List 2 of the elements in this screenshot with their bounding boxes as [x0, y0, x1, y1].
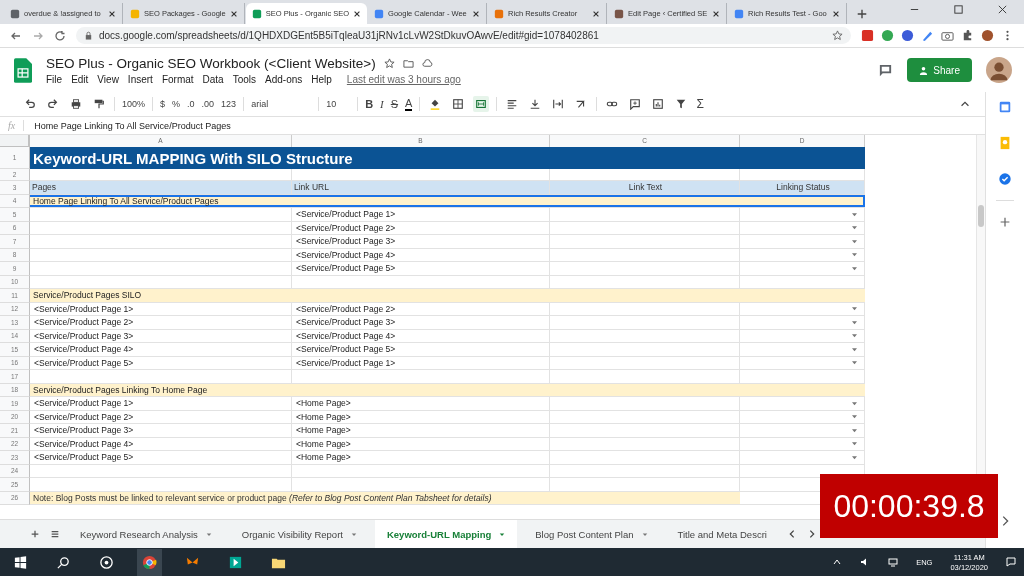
formula-label: fx	[8, 120, 25, 131]
timer-overlay: 00:00:39.8	[820, 474, 998, 538]
